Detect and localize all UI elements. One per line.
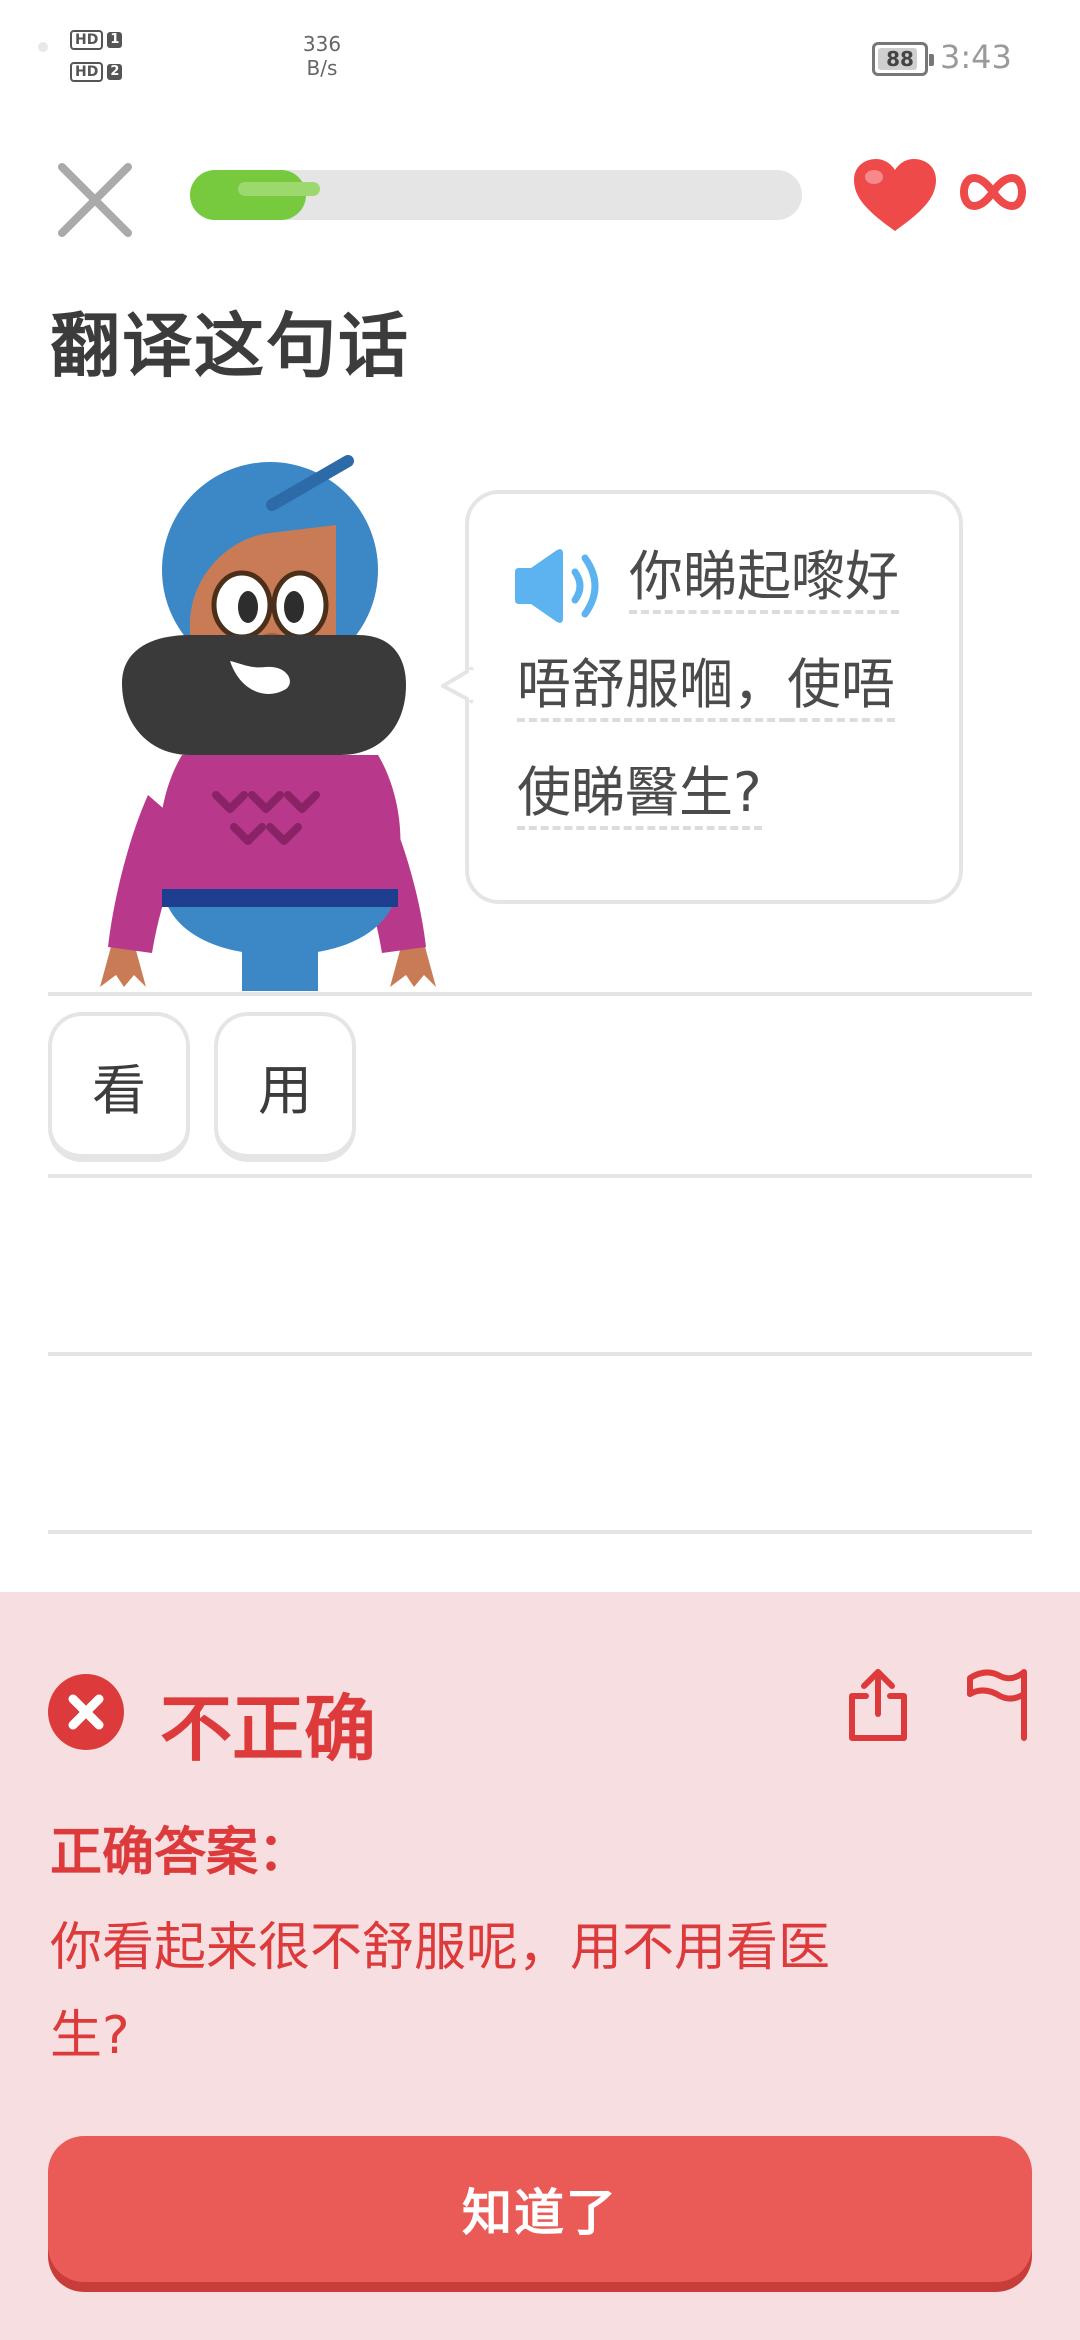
prompt-word[interactable]: 唔舒服嗰， xyxy=(517,653,787,722)
answer-line-4 xyxy=(48,1530,1032,1534)
close-button[interactable] xyxy=(50,155,140,245)
prompt-word[interactable]: 使睇醫生? xyxy=(517,761,762,830)
notification-dot xyxy=(38,42,48,52)
sim1-number: 1 xyxy=(107,32,123,48)
page-title: 翻译这句话 xyxy=(50,305,410,387)
infinity-icon: ∞ xyxy=(960,170,1026,214)
sim1-indicator: HD 1 xyxy=(70,30,123,50)
answer-tile-yong[interactable]: 用 xyxy=(214,1012,356,1162)
speaker-shape xyxy=(515,549,599,623)
lesson-progress-fill xyxy=(190,170,320,220)
sim2-number: 2 xyxy=(107,64,123,80)
network-speed-value: 336 xyxy=(302,32,342,56)
speech-bubble: 你睇起嚟好 唔舒服嗰，使唔 使睇醫生? xyxy=(441,490,963,904)
battery-icon: 88 xyxy=(872,42,934,76)
feedback-title: 不正确 xyxy=(160,1687,377,1771)
prompt-word[interactable]: 你睇起嚟好 xyxy=(629,545,899,614)
character-illustration xyxy=(90,455,470,995)
infinity-shape xyxy=(960,174,1026,210)
character-avatar-icon xyxy=(100,455,436,991)
close-icon xyxy=(58,163,132,237)
speaker-icon[interactable] xyxy=(511,546,607,626)
continue-button[interactable]: 知道了 xyxy=(48,2136,1032,2282)
status-bar: HD 1 HD 2 336 B/s 88 3:43 xyxy=(0,0,1080,120)
prompt-word[interactable]: 使唔 xyxy=(787,653,895,722)
heart-icon[interactable] xyxy=(850,155,940,235)
flag-shape xyxy=(967,1669,1027,1741)
prompt-line-2[interactable]: 唔舒服嗰，使唔 xyxy=(517,650,895,722)
battery-percent: 88 xyxy=(886,47,914,71)
prompt-line-1[interactable]: 你睇起嚟好 xyxy=(629,542,899,614)
heart-shape xyxy=(854,159,936,231)
correct-answer-text: 你看起来很不舒服呢，用不用看医生? xyxy=(50,1918,831,2066)
sim2-indicator: HD 2 xyxy=(70,62,123,82)
sim1-hd-badge: HD xyxy=(70,30,104,50)
report-flag-icon[interactable] xyxy=(966,1664,1032,1744)
prompt-line-3[interactable]: 使睇醫生? xyxy=(517,758,762,830)
answer-line-2 xyxy=(48,1174,1032,1178)
answer-line-3 xyxy=(48,1352,1032,1356)
answer-tile-kan[interactable]: 看 xyxy=(48,1012,190,1162)
network-speed: 336 B/s xyxy=(300,32,344,80)
answer-line-1 xyxy=(48,992,1032,996)
incorrect-icon xyxy=(48,1674,124,1750)
progress-shine xyxy=(238,182,320,196)
lesson-progress-bar xyxy=(190,170,802,220)
incorrect-shape xyxy=(48,1674,124,1750)
sim2-hd-badge: HD xyxy=(70,62,104,82)
share-shape xyxy=(849,1669,907,1741)
clock: 3:43 xyxy=(940,38,1012,76)
network-speed-unit: B/s xyxy=(306,56,338,80)
share-icon[interactable] xyxy=(846,1664,910,1744)
bubble-tail xyxy=(441,666,479,704)
correct-answer-label: 正确答案： xyxy=(50,1823,311,1883)
feedback-panel: 不正确 正确答案： 你看起来很不舒服呢，用不用看医生? 知道了 xyxy=(0,1592,1080,2340)
